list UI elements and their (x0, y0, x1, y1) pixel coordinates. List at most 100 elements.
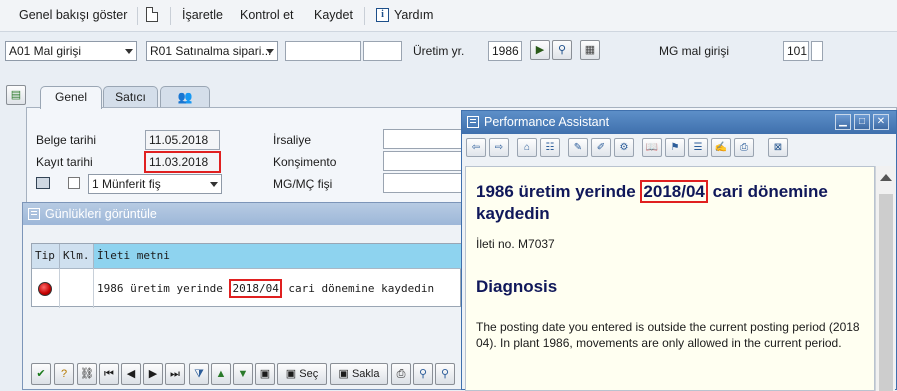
col-message-header[interactable]: İleti metni (94, 244, 462, 268)
printer-icon[interactable] (36, 177, 50, 189)
execute-icon[interactable]: ▶ (530, 40, 550, 60)
reference-value: R01 Satınalma sipari... (150, 44, 272, 58)
settings-grid-icon[interactable]: ▦ (580, 40, 600, 60)
layout-icon[interactable]: ▣ (255, 363, 275, 385)
bookmark-icon[interactable]: ⚑ (665, 138, 685, 157)
print-icon[interactable]: ⎙ (391, 363, 411, 385)
chevron-down-icon (266, 49, 274, 54)
annotate-icon[interactable]: ✐ (591, 138, 611, 157)
notes-highlight-icon[interactable]: ✍ (711, 138, 731, 157)
bill-of-lading-field[interactable] (383, 151, 463, 171)
performance-assistant-window: Performance Assistant ▁ □ ✕ ⇦ ⇨ ⌂ ☷ ✎ ✐ … (461, 110, 897, 391)
gr-slip-field[interactable] (383, 173, 463, 193)
tab-vendor[interactable]: Satıcı (103, 86, 158, 108)
save-label: Sakla (351, 368, 380, 380)
new-document-icon[interactable] (146, 7, 158, 22)
doc-date-field[interactable]: 11.05.2018 (145, 130, 220, 150)
sort-descending-icon[interactable]: ▼ (233, 363, 253, 385)
select-icon: ▣ (285, 368, 300, 380)
save-button[interactable]: ▣ Sakla (330, 363, 388, 385)
order-number-field[interactable] (285, 41, 361, 61)
first-page-icon[interactable]: ⏮ (99, 363, 119, 385)
reference-dropdown[interactable]: R01 Satınalma sipari... (146, 41, 278, 61)
action-dropdown[interactable]: A01 Mal girişi (5, 41, 137, 61)
message-text-after: cari dönemine kaydedin (281, 282, 435, 295)
col-type-header[interactable]: Tip (32, 244, 60, 268)
filter-icon[interactable]: ⧩ (189, 363, 209, 385)
structure-icon[interactable]: ☷ (540, 138, 560, 157)
print-icon[interactable]: ⎙ (734, 138, 754, 157)
plant-field[interactable]: 1986 (488, 41, 522, 61)
menu-separator (137, 7, 138, 25)
movement-type-field[interactable]: 101 (783, 41, 809, 61)
notes-icon[interactable]: ☰ (688, 138, 708, 157)
sort-ascending-icon[interactable]: ▲ (211, 363, 231, 385)
assistant-content: 1986 üretim yerinde 2018/04 cari dönemin… (465, 166, 875, 391)
bill-of-lading-label: Konşimento (273, 155, 337, 169)
back-icon[interactable]: ⇦ (466, 138, 486, 157)
settings-icon[interactable]: ⚙ (614, 138, 634, 157)
doc-date-label: Belge tarihi (36, 133, 97, 147)
window-icon (28, 208, 40, 220)
window-icon (467, 116, 479, 128)
message-period: 2018/04 (229, 279, 282, 298)
diagnosis-heading: Diagnosis (476, 277, 558, 296)
menu-help[interactable]: Yardım (394, 8, 433, 22)
tab-partner[interactable]: 👥 (160, 86, 210, 108)
users-icon: 👥 (177, 90, 193, 104)
minimize-icon[interactable]: ▁ (835, 114, 851, 130)
tab-general[interactable]: Genel (40, 86, 102, 109)
close-panel-icon[interactable]: ⊠ (768, 138, 788, 157)
table-row-message[interactable]: 1986 üretim yerinde 2018/04 cari dönemin… (94, 268, 462, 308)
log-dialog: Günlükleri görüntüle Tip Klm. İleti metn… (22, 202, 492, 390)
check-icon[interactable]: ✔ (31, 363, 51, 385)
help-icon[interactable]: ? (54, 363, 74, 385)
home-icon[interactable]: ⌂ (517, 138, 537, 157)
message-number: İleti no. M7037 (476, 237, 555, 251)
menu-separator (364, 7, 365, 25)
log-dialog-title: Günlükleri görüntüle (45, 207, 157, 221)
plant-label: Üretim yr. (413, 44, 465, 58)
order-item-field[interactable] (363, 41, 402, 61)
log-table: Tip Klm. İleti metni 1986 üretim yerinde… (31, 243, 462, 308)
delivery-note-field[interactable] (383, 129, 463, 149)
menu-save[interactable]: Kaydet (314, 8, 353, 22)
scroll-thumb[interactable] (879, 194, 893, 391)
movement-label: MG mal girişi (659, 44, 730, 58)
next-page-icon[interactable]: ▶ (143, 363, 163, 385)
close-icon[interactable]: ✕ (873, 114, 889, 130)
forward-icon[interactable]: ⇨ (489, 138, 509, 157)
toggle-header-icon[interactable]: ▤ (6, 85, 26, 105)
heading-before: 1986 üretim yerinde (476, 182, 641, 201)
assistant-scrollbar[interactable] (875, 166, 895, 391)
technical-info-icon[interactable]: ⛓ (77, 363, 97, 385)
gr-slip-label: MG/MÇ fişi (273, 177, 333, 191)
table-row-type (32, 268, 60, 308)
chevron-down-icon (125, 49, 133, 54)
binoculars-icon[interactable]: ⚲ (552, 40, 572, 60)
log-dialog-title-bar[interactable]: Günlükleri görüntüle (23, 203, 491, 225)
menu-separator (170, 7, 171, 25)
last-page-icon[interactable]: ⏭ (165, 363, 185, 385)
print-option-value: 1 Münferit fiş (92, 177, 161, 191)
previous-page-icon[interactable]: ◀ (121, 363, 141, 385)
maximize-icon[interactable]: □ (854, 114, 870, 130)
movement-indicator-field[interactable] (811, 41, 823, 61)
book-icon[interactable]: 📖 (642, 138, 662, 157)
heading-period: 2018/04 (640, 180, 708, 203)
assistant-title-bar[interactable]: Performance Assistant (462, 111, 896, 134)
info-icon[interactable]: i (376, 8, 389, 22)
edit-icon[interactable]: ✎ (568, 138, 588, 157)
menu-check[interactable]: Kontrol et (240, 8, 294, 22)
find-icon[interactable]: ⚲ (413, 363, 433, 385)
find-next-icon[interactable]: ⚲ (435, 363, 455, 385)
scroll-up-icon[interactable] (880, 174, 892, 181)
print-checkbox[interactable] (68, 177, 80, 189)
menu-show-overview[interactable]: Genel bakışı göster (19, 8, 127, 22)
message-heading: 1986 üretim yerinde 2018/04 cari dönemin… (476, 180, 866, 225)
menu-mark[interactable]: İşaretle (182, 8, 223, 22)
print-option-dropdown[interactable]: 1 Münferit fiş (88, 174, 222, 194)
post-date-field[interactable]: 11.03.2018 (144, 151, 221, 173)
col-column-header[interactable]: Klm. (60, 244, 94, 268)
select-button[interactable]: ▣ Seç (277, 363, 327, 385)
